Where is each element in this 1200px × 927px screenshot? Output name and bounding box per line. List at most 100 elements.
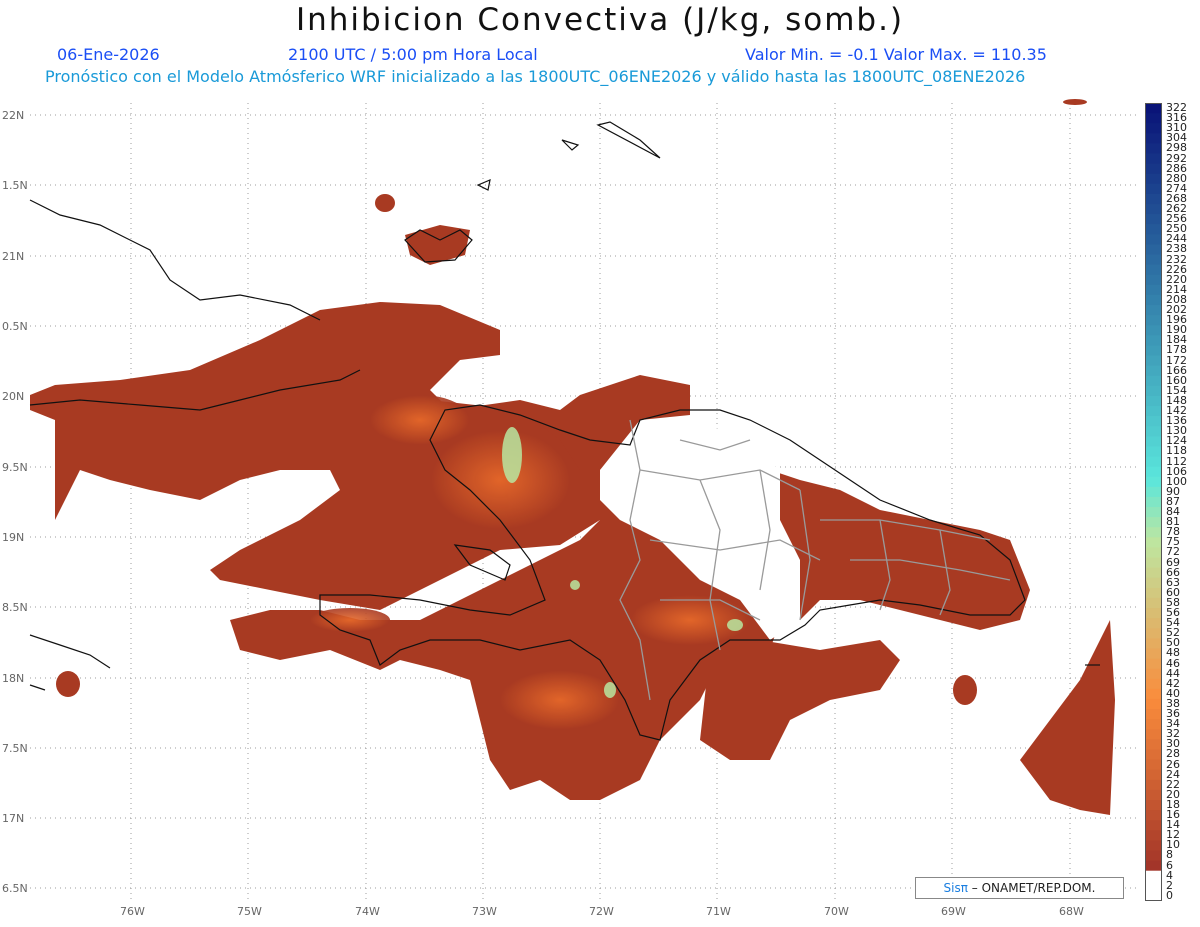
colorbar-swatch — [1145, 123, 1162, 134]
colorbar-swatch — [1145, 375, 1162, 387]
lon-label: 69W — [941, 905, 966, 918]
lat-label: 7.5N — [2, 742, 28, 755]
lon-label: 74W — [355, 905, 380, 918]
colorbar-swatch — [1145, 183, 1162, 195]
colorbar-swatch — [1145, 729, 1162, 740]
colorbar-swatch — [1145, 456, 1162, 468]
colorbar-swatch — [1145, 224, 1162, 235]
colorbar-swatch — [1145, 618, 1162, 629]
lon-label: 76W — [120, 905, 145, 918]
colorbar-label: 0 — [1166, 888, 1173, 902]
colorbar-swatch — [1145, 284, 1162, 296]
colorbar-swatch — [1145, 840, 1162, 851]
time-label: 2100 UTC / 5:00 pm Hora Local — [288, 45, 538, 64]
lat-label: 8.5N — [2, 601, 28, 614]
colorbar-swatch — [1145, 143, 1162, 155]
colorbar-swatch — [1145, 779, 1162, 791]
colorbar-swatch — [1145, 315, 1162, 326]
colorbar-swatch — [1145, 173, 1162, 185]
colorbar-swatch — [1145, 880, 1162, 892]
colorbar-swatch — [1145, 870, 1162, 882]
colorbar-swatch — [1145, 597, 1162, 609]
lon-label: 68W — [1059, 905, 1084, 918]
lat-label: 6.5N — [2, 882, 28, 895]
colorbar-swatch — [1145, 860, 1162, 872]
colorbar-swatch — [1145, 264, 1162, 276]
colorbar-swatch — [1145, 385, 1162, 397]
colorbar-swatch — [1145, 648, 1162, 660]
weather-map — [29, 99, 1140, 900]
colorbar-swatch — [1145, 547, 1162, 559]
lat-label: 21N — [2, 250, 25, 263]
colorbar-swatch — [1145, 527, 1162, 538]
lon-label: 72W — [589, 905, 614, 918]
colorbar-swatch — [1145, 335, 1162, 346]
colorbar-swatch — [1145, 153, 1162, 165]
lon-label: 73W — [472, 905, 497, 918]
colorbar-swatch — [1145, 234, 1162, 245]
colorbar-swatch — [1145, 103, 1162, 114]
colorbar-swatch — [1145, 133, 1162, 144]
credit-text: – ONAMET/REP.DOM. — [971, 881, 1096, 895]
colorbar-swatch — [1145, 507, 1162, 518]
lat-label: 9.5N — [2, 461, 28, 474]
credit-box: Sisπ – ONAMET/REP.DOM. — [915, 877, 1124, 899]
lon-label: 75W — [237, 905, 262, 918]
colorbar-swatch — [1145, 668, 1162, 680]
lat-label: 20N — [2, 390, 25, 403]
forecast-label: Pronóstico con el Modelo Atmósferico WRF… — [45, 67, 1026, 86]
minmax-label: Valor Min. = -0.1 Valor Max. = 110.35 — [745, 45, 1047, 64]
colorbar-swatch — [1145, 537, 1162, 548]
colorbar-swatch — [1145, 426, 1162, 437]
colorbar-swatch — [1145, 294, 1162, 306]
colorbar-swatch — [1145, 628, 1162, 639]
colorbar-swatch — [1145, 325, 1162, 336]
colorbar-swatch — [1145, 739, 1162, 750]
colorbar-swatch — [1145, 345, 1162, 357]
colorbar-swatch — [1145, 214, 1162, 225]
colorbar-swatch — [1145, 850, 1162, 862]
lat-label: 1.5N — [2, 179, 28, 192]
date-label: 06-Ene-2026 — [57, 45, 160, 64]
colorbar-swatch — [1145, 193, 1162, 205]
lon-label: 71W — [706, 905, 731, 918]
colorbar-swatch — [1145, 799, 1162, 811]
colorbar-swatch — [1145, 274, 1162, 286]
colorbar-swatch — [1145, 244, 1162, 256]
lat-label: 19N — [2, 531, 25, 544]
page-title: Inhibicion Convectiva (J/kg, somb.) — [295, 2, 905, 38]
colorbar-swatch — [1145, 709, 1162, 720]
lat-label: 0.5N — [2, 320, 28, 333]
colorbar — [1145, 103, 1162, 901]
colorbar-swatch — [1145, 557, 1162, 569]
colorbar-swatch — [1145, 476, 1162, 488]
colorbar-swatch — [1145, 577, 1162, 589]
colorbar-swatch — [1145, 830, 1162, 841]
colorbar-swatch — [1145, 890, 1162, 901]
colorbar-swatch — [1145, 688, 1162, 700]
colorbar-swatch — [1145, 678, 1162, 690]
colorbar-swatch — [1145, 163, 1162, 175]
colorbar-swatch — [1145, 810, 1162, 821]
colorbar-swatch — [1145, 698, 1162, 710]
colorbar-swatch — [1145, 638, 1162, 649]
colorbar-swatch — [1145, 204, 1162, 215]
colorbar-swatch — [1145, 113, 1162, 124]
colorbar-swatch — [1145, 436, 1162, 447]
lat-label: 17N — [2, 812, 25, 825]
colorbar-swatch — [1145, 587, 1162, 599]
colorbar-swatch — [1145, 355, 1162, 367]
colorbar-swatch — [1145, 769, 1162, 781]
colorbar-swatch — [1145, 416, 1162, 427]
colorbar-swatch — [1145, 446, 1162, 458]
colorbar-swatch — [1145, 254, 1162, 266]
colorbar-swatch — [1145, 305, 1162, 316]
colorbar-swatch — [1145, 749, 1162, 761]
colorbar-swatch — [1145, 486, 1162, 498]
colorbar-swatch — [1145, 759, 1162, 771]
colorbar-swatch — [1145, 789, 1162, 801]
colorbar-swatch — [1145, 496, 1162, 508]
colorbar-swatch — [1145, 365, 1162, 377]
colorbar-swatch — [1145, 406, 1162, 417]
colorbar-swatch — [1145, 608, 1162, 619]
